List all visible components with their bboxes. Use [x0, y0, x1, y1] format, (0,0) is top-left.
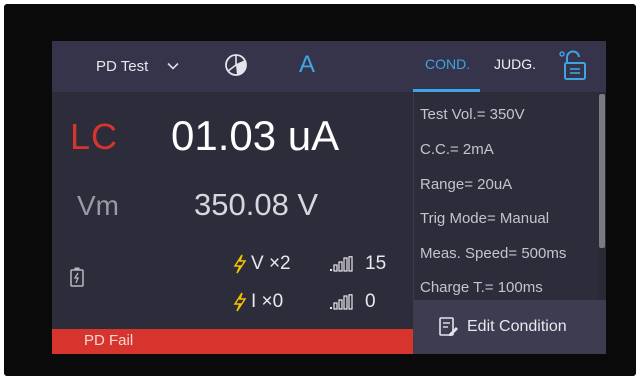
device-screen: PD Test A COND. JUDG. LC 01.03 uA Vm 350…	[52, 41, 606, 354]
top-bar: PD Test A COND. JUDG.	[52, 41, 606, 92]
vm-label: Vm	[77, 190, 119, 221]
tab-cond[interactable]: COND.	[425, 56, 470, 72]
lc-value: 01.03 uA	[171, 112, 340, 159]
tab-judg[interactable]: JUDG.	[494, 56, 536, 72]
current-count-text: I ×0	[251, 291, 284, 312]
voltage-signal-count: 15	[329, 253, 386, 275]
unlock-icon[interactable]	[557, 48, 591, 82]
vm-value: 350.08 V	[194, 187, 319, 222]
voltage-breakdown-count: V ×2	[233, 253, 291, 275]
test-mode-dropdown[interactable]: PD Test	[96, 55, 180, 77]
status-text: PD Fail	[84, 332, 134, 349]
voltage-count-text: V ×2	[251, 253, 291, 274]
condition-item: Range= 20uA	[420, 176, 513, 193]
battery-icon	[70, 267, 84, 287]
lc-label: LC	[70, 116, 119, 157]
voltage-signal-text: 15	[365, 253, 387, 274]
edit-condition-button[interactable]: Edit Condition	[413, 300, 606, 354]
auto-range-icon[interactable]: A	[299, 51, 315, 79]
edit-document-icon	[439, 317, 458, 336]
condition-item: Charge T.= 100ms	[420, 279, 543, 296]
condition-scrollbar[interactable]	[598, 92, 606, 300]
pie-chart-icon[interactable]	[224, 53, 248, 77]
condition-item: C.C.= 2mA	[420, 141, 494, 158]
lightning-bolt-icon	[233, 254, 247, 274]
condition-list[interactable]: Test Vol.= 350V C.C.= 2mA Range= 20uA Tr…	[413, 92, 599, 300]
condition-item: Meas. Speed= 500ms	[420, 245, 567, 262]
signal-bars-icon	[330, 256, 353, 272]
chevron-down-icon	[167, 62, 179, 70]
signal-bars-icon	[330, 294, 353, 310]
test-mode-label: PD Test	[96, 57, 149, 75]
current-signal-count: 0	[329, 291, 376, 313]
current-breakdown-count: I ×0	[233, 291, 283, 313]
condition-item: Trig Mode= Manual	[420, 210, 550, 227]
lightning-bolt-icon	[233, 292, 247, 312]
current-signal-text: 0	[365, 291, 376, 312]
device-bezel: PD Test A COND. JUDG. LC 01.03 uA Vm 350…	[4, 4, 636, 376]
condition-item: Test Vol.= 350V	[420, 106, 525, 123]
scrollbar-thumb[interactable]	[599, 94, 605, 248]
status-bar: PD Fail	[52, 329, 413, 354]
edit-condition-label: Edit Condition	[467, 318, 567, 335]
